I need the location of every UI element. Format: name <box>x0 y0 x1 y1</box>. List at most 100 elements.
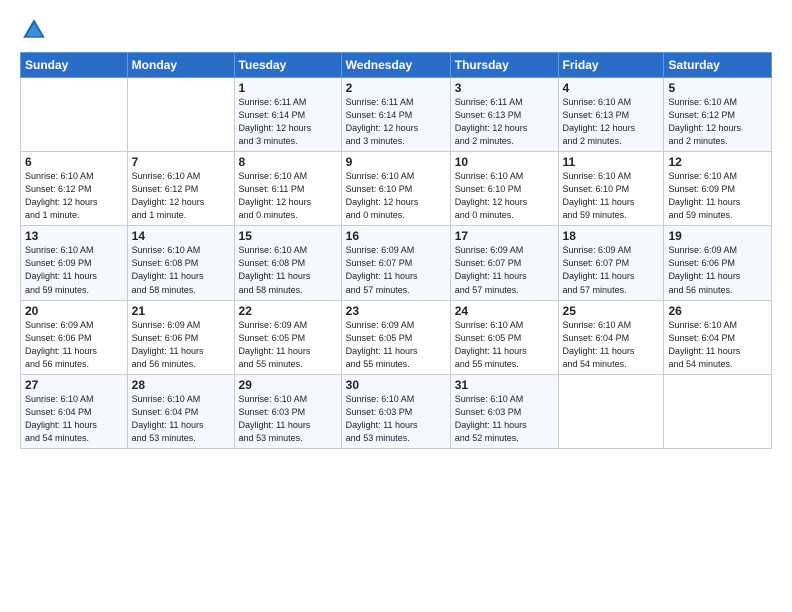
day-number: 18 <box>563 229 660 243</box>
day-info: Sunrise: 6:09 AM Sunset: 6:07 PM Dayligh… <box>563 244 660 296</box>
calendar-cell: 3Sunrise: 6:11 AM Sunset: 6:13 PM Daylig… <box>450 78 558 152</box>
calendar-cell: 5Sunrise: 6:10 AM Sunset: 6:12 PM Daylig… <box>664 78 772 152</box>
day-info: Sunrise: 6:10 AM Sunset: 6:04 PM Dayligh… <box>668 319 767 371</box>
calendar-cell <box>21 78 128 152</box>
day-number: 6 <box>25 155 123 169</box>
calendar-cell: 4Sunrise: 6:10 AM Sunset: 6:13 PM Daylig… <box>558 78 664 152</box>
weekday-header-thursday: Thursday <box>450 53 558 78</box>
calendar-cell: 20Sunrise: 6:09 AM Sunset: 6:06 PM Dayli… <box>21 300 128 374</box>
calendar-cell: 8Sunrise: 6:10 AM Sunset: 6:11 PM Daylig… <box>234 152 341 226</box>
day-info: Sunrise: 6:09 AM Sunset: 6:06 PM Dayligh… <box>25 319 123 371</box>
day-number: 21 <box>132 304 230 318</box>
day-number: 16 <box>346 229 446 243</box>
calendar-cell: 26Sunrise: 6:10 AM Sunset: 6:04 PM Dayli… <box>664 300 772 374</box>
day-info: Sunrise: 6:10 AM Sunset: 6:08 PM Dayligh… <box>132 244 230 296</box>
day-number: 29 <box>239 378 337 392</box>
day-info: Sunrise: 6:11 AM Sunset: 6:14 PM Dayligh… <box>239 96 337 148</box>
day-info: Sunrise: 6:10 AM Sunset: 6:09 PM Dayligh… <box>668 170 767 222</box>
calendar-cell: 11Sunrise: 6:10 AM Sunset: 6:10 PM Dayli… <box>558 152 664 226</box>
day-number: 31 <box>455 378 554 392</box>
day-number: 19 <box>668 229 767 243</box>
day-info: Sunrise: 6:10 AM Sunset: 6:08 PM Dayligh… <box>239 244 337 296</box>
calendar-cell: 18Sunrise: 6:09 AM Sunset: 6:07 PM Dayli… <box>558 226 664 300</box>
logo-icon <box>20 16 48 44</box>
calendar-cell: 16Sunrise: 6:09 AM Sunset: 6:07 PM Dayli… <box>341 226 450 300</box>
calendar-cell: 12Sunrise: 6:10 AM Sunset: 6:09 PM Dayli… <box>664 152 772 226</box>
day-number: 1 <box>239 81 337 95</box>
day-info: Sunrise: 6:10 AM Sunset: 6:03 PM Dayligh… <box>239 393 337 445</box>
day-number: 5 <box>668 81 767 95</box>
day-number: 23 <box>346 304 446 318</box>
day-info: Sunrise: 6:10 AM Sunset: 6:10 PM Dayligh… <box>563 170 660 222</box>
logo <box>20 16 52 44</box>
day-info: Sunrise: 6:10 AM Sunset: 6:11 PM Dayligh… <box>239 170 337 222</box>
calendar-cell: 22Sunrise: 6:09 AM Sunset: 6:05 PM Dayli… <box>234 300 341 374</box>
calendar-cell: 30Sunrise: 6:10 AM Sunset: 6:03 PM Dayli… <box>341 374 450 448</box>
day-number: 20 <box>25 304 123 318</box>
calendar-cell: 9Sunrise: 6:10 AM Sunset: 6:10 PM Daylig… <box>341 152 450 226</box>
day-info: Sunrise: 6:09 AM Sunset: 6:05 PM Dayligh… <box>346 319 446 371</box>
calendar-cell: 31Sunrise: 6:10 AM Sunset: 6:03 PM Dayli… <box>450 374 558 448</box>
day-info: Sunrise: 6:11 AM Sunset: 6:13 PM Dayligh… <box>455 96 554 148</box>
calendar-cell: 7Sunrise: 6:10 AM Sunset: 6:12 PM Daylig… <box>127 152 234 226</box>
weekday-header-wednesday: Wednesday <box>341 53 450 78</box>
calendar-cell: 10Sunrise: 6:10 AM Sunset: 6:10 PM Dayli… <box>450 152 558 226</box>
day-info: Sunrise: 6:10 AM Sunset: 6:04 PM Dayligh… <box>132 393 230 445</box>
calendar-week-row: 1Sunrise: 6:11 AM Sunset: 6:14 PM Daylig… <box>21 78 772 152</box>
day-number: 24 <box>455 304 554 318</box>
day-info: Sunrise: 6:09 AM Sunset: 6:05 PM Dayligh… <box>239 319 337 371</box>
day-info: Sunrise: 6:10 AM Sunset: 6:10 PM Dayligh… <box>346 170 446 222</box>
day-info: Sunrise: 6:10 AM Sunset: 6:04 PM Dayligh… <box>563 319 660 371</box>
calendar-cell: 27Sunrise: 6:10 AM Sunset: 6:04 PM Dayli… <box>21 374 128 448</box>
calendar-cell: 19Sunrise: 6:09 AM Sunset: 6:06 PM Dayli… <box>664 226 772 300</box>
day-number: 3 <box>455 81 554 95</box>
day-number: 4 <box>563 81 660 95</box>
day-number: 28 <box>132 378 230 392</box>
calendar-cell: 1Sunrise: 6:11 AM Sunset: 6:14 PM Daylig… <box>234 78 341 152</box>
day-number: 8 <box>239 155 337 169</box>
weekday-header-saturday: Saturday <box>664 53 772 78</box>
day-number: 26 <box>668 304 767 318</box>
calendar-cell: 21Sunrise: 6:09 AM Sunset: 6:06 PM Dayli… <box>127 300 234 374</box>
day-info: Sunrise: 6:10 AM Sunset: 6:03 PM Dayligh… <box>455 393 554 445</box>
calendar-cell: 29Sunrise: 6:10 AM Sunset: 6:03 PM Dayli… <box>234 374 341 448</box>
calendar-week-row: 13Sunrise: 6:10 AM Sunset: 6:09 PM Dayli… <box>21 226 772 300</box>
day-info: Sunrise: 6:10 AM Sunset: 6:03 PM Dayligh… <box>346 393 446 445</box>
day-number: 22 <box>239 304 337 318</box>
calendar-cell <box>664 374 772 448</box>
day-info: Sunrise: 6:10 AM Sunset: 6:12 PM Dayligh… <box>668 96 767 148</box>
calendar-cell: 28Sunrise: 6:10 AM Sunset: 6:04 PM Dayli… <box>127 374 234 448</box>
calendar-table: SundayMondayTuesdayWednesdayThursdayFrid… <box>20 52 772 449</box>
day-number: 25 <box>563 304 660 318</box>
weekday-header-row: SundayMondayTuesdayWednesdayThursdayFrid… <box>21 53 772 78</box>
weekday-header-sunday: Sunday <box>21 53 128 78</box>
day-number: 14 <box>132 229 230 243</box>
day-info: Sunrise: 6:10 AM Sunset: 6:10 PM Dayligh… <box>455 170 554 222</box>
calendar-cell: 23Sunrise: 6:09 AM Sunset: 6:05 PM Dayli… <box>341 300 450 374</box>
calendar-cell: 2Sunrise: 6:11 AM Sunset: 6:14 PM Daylig… <box>341 78 450 152</box>
day-info: Sunrise: 6:10 AM Sunset: 6:05 PM Dayligh… <box>455 319 554 371</box>
day-number: 12 <box>668 155 767 169</box>
calendar-week-row: 20Sunrise: 6:09 AM Sunset: 6:06 PM Dayli… <box>21 300 772 374</box>
weekday-header-monday: Monday <box>127 53 234 78</box>
day-number: 17 <box>455 229 554 243</box>
day-info: Sunrise: 6:09 AM Sunset: 6:06 PM Dayligh… <box>132 319 230 371</box>
calendar-cell <box>127 78 234 152</box>
day-info: Sunrise: 6:10 AM Sunset: 6:09 PM Dayligh… <box>25 244 123 296</box>
header <box>20 16 772 44</box>
day-number: 9 <box>346 155 446 169</box>
day-number: 2 <box>346 81 446 95</box>
calendar-cell: 14Sunrise: 6:10 AM Sunset: 6:08 PM Dayli… <box>127 226 234 300</box>
calendar-cell: 24Sunrise: 6:10 AM Sunset: 6:05 PM Dayli… <box>450 300 558 374</box>
day-info: Sunrise: 6:10 AM Sunset: 6:12 PM Dayligh… <box>25 170 123 222</box>
day-info: Sunrise: 6:09 AM Sunset: 6:06 PM Dayligh… <box>668 244 767 296</box>
weekday-header-friday: Friday <box>558 53 664 78</box>
weekday-header-tuesday: Tuesday <box>234 53 341 78</box>
day-info: Sunrise: 6:09 AM Sunset: 6:07 PM Dayligh… <box>346 244 446 296</box>
calendar-week-row: 6Sunrise: 6:10 AM Sunset: 6:12 PM Daylig… <box>21 152 772 226</box>
day-info: Sunrise: 6:09 AM Sunset: 6:07 PM Dayligh… <box>455 244 554 296</box>
day-info: Sunrise: 6:10 AM Sunset: 6:04 PM Dayligh… <box>25 393 123 445</box>
calendar-cell: 17Sunrise: 6:09 AM Sunset: 6:07 PM Dayli… <box>450 226 558 300</box>
day-number: 10 <box>455 155 554 169</box>
day-number: 11 <box>563 155 660 169</box>
